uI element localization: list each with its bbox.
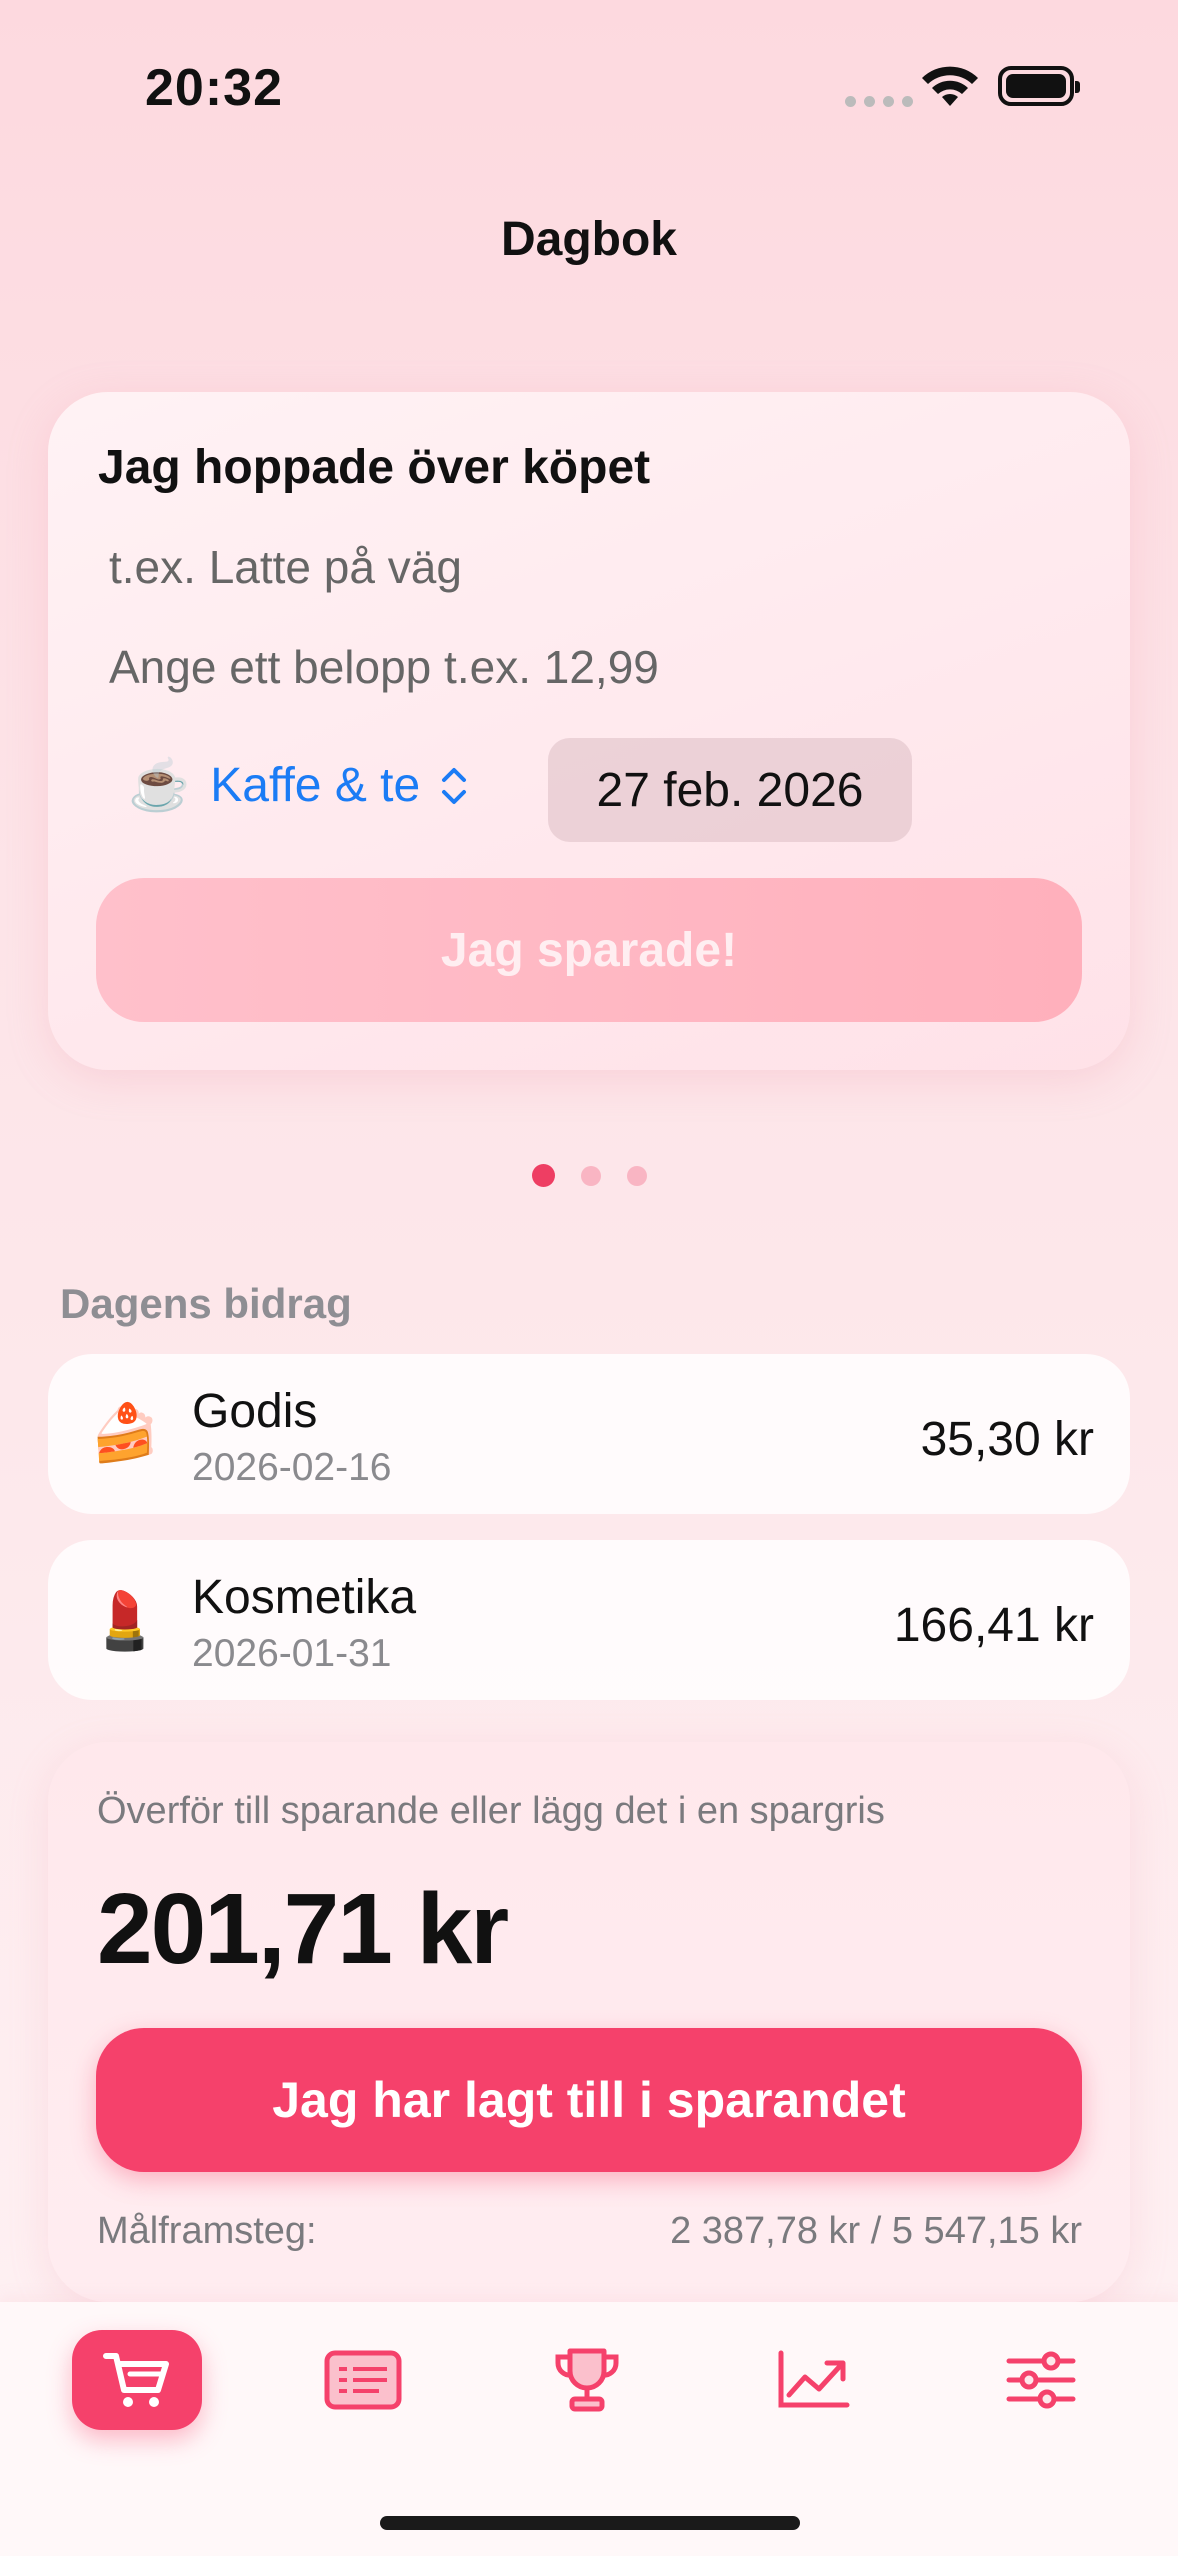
date-picker[interactable]: 27 feb. 2026 bbox=[548, 738, 912, 842]
trophy-icon bbox=[555, 2348, 619, 2412]
save-button[interactable]: Jag sparade! bbox=[96, 878, 1082, 1022]
tab-settings[interactable] bbox=[974, 2330, 1108, 2430]
chart-icon bbox=[778, 2350, 850, 2408]
cellular-icon bbox=[845, 96, 913, 107]
item-date: 2026-02-16 bbox=[192, 1446, 392, 1489]
wifi-icon bbox=[922, 66, 978, 106]
battery-icon bbox=[998, 66, 1080, 106]
tab-journal[interactable] bbox=[296, 2330, 430, 2430]
cart-icon bbox=[103, 2353, 169, 2407]
item-input[interactable]: t.ex. Latte på väg bbox=[109, 540, 462, 594]
page-title: Dagbok bbox=[500, 213, 677, 266]
lipstick-icon: 💄 bbox=[90, 1589, 160, 1652]
transfer-hint: Överför till sparande eller lägg det i e… bbox=[97, 1790, 885, 1832]
sliders-icon bbox=[1006, 2351, 1076, 2409]
tab-cart[interactable] bbox=[72, 2330, 202, 2430]
entry-card-title: Jag hoppade över köpet bbox=[98, 441, 651, 494]
item-amount: 166,41 kr bbox=[893, 1599, 1094, 1652]
status-time: 20:32 bbox=[145, 59, 283, 117]
total-amount: 201,71 kr bbox=[97, 1873, 509, 1985]
item-name: Kosmetika bbox=[192, 1571, 417, 1624]
chevron-updown-icon bbox=[442, 767, 467, 804]
coffee-icon: ☕ bbox=[128, 757, 191, 813]
home-indicator[interactable] bbox=[380, 2516, 800, 2530]
category-label: Kaffe & te bbox=[210, 759, 421, 812]
category-picker[interactable]: ☕ Kaffe & te bbox=[128, 756, 468, 815]
cake-icon: 🍰 bbox=[90, 1401, 160, 1464]
page-dot-2[interactable] bbox=[581, 1165, 601, 1186]
page-dot-3[interactable] bbox=[627, 1165, 647, 1186]
section-title: Dagens bidrag bbox=[60, 1280, 352, 1327]
item-date: 2026-01-31 bbox=[192, 1632, 392, 1675]
add-to-savings-button[interactable]: Jag har lagt till i sparandet bbox=[96, 2028, 1082, 2172]
list-icon bbox=[324, 2350, 402, 2410]
amount-input[interactable]: Ange ett belopp t.ex. 12,99 bbox=[109, 640, 659, 694]
tab-achievements[interactable] bbox=[520, 2330, 654, 2430]
goal-label: Målframsteg: bbox=[97, 2210, 317, 2252]
item-name: Godis bbox=[192, 1385, 318, 1438]
goal-progress-value: 2 387,78 kr / 5 547,15 kr bbox=[670, 2210, 1082, 2252]
page-dot-1[interactable] bbox=[532, 1164, 555, 1187]
tab-statistics[interactable] bbox=[746, 2330, 880, 2430]
page-indicator[interactable] bbox=[532, 1164, 647, 1187]
item-amount: 35,30 kr bbox=[920, 1413, 1094, 1466]
